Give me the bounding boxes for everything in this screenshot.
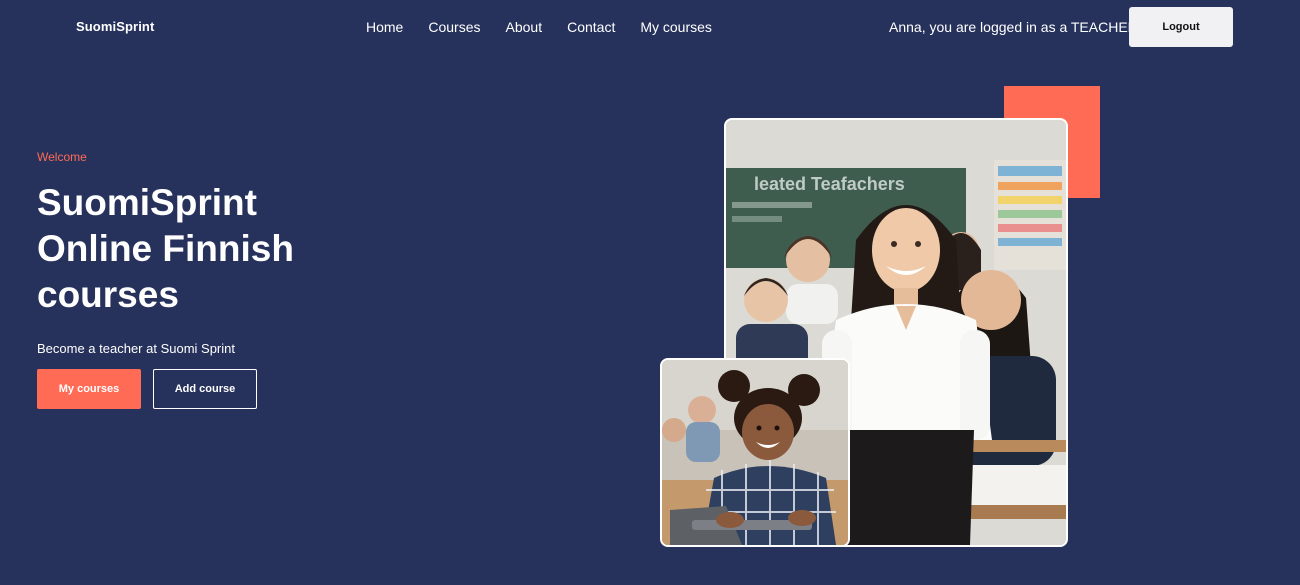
main-nav: Home Courses About Contact My courses [366,19,737,35]
nav-home[interactable]: Home [366,19,403,35]
nav-about[interactable]: About [506,19,543,35]
user-status-text: Anna, you are logged in as a TEACHER [889,19,1138,35]
hero-subtitle: Become a teacher at Suomi Sprint [37,341,235,356]
my-courses-button[interactable]: My courses [37,369,141,409]
brand-logo[interactable]: SuomiSprint [76,19,154,34]
nav-courses[interactable]: Courses [428,19,480,35]
page: SuomiSprint Home Courses About Contact M… [0,0,1300,585]
student-laptop-photo [660,358,850,547]
nav-contact[interactable]: Contact [567,19,615,35]
hero-title: SuomiSprint Online Finnish courses [37,182,294,315]
welcome-eyebrow: Welcome [37,150,87,164]
nav-my-courses[interactable]: My courses [640,19,712,35]
logout-button[interactable]: Logout [1129,7,1233,47]
add-course-button[interactable]: Add course [153,369,257,409]
svg-text:leated Teafachers: leated Teafachers [754,174,905,194]
